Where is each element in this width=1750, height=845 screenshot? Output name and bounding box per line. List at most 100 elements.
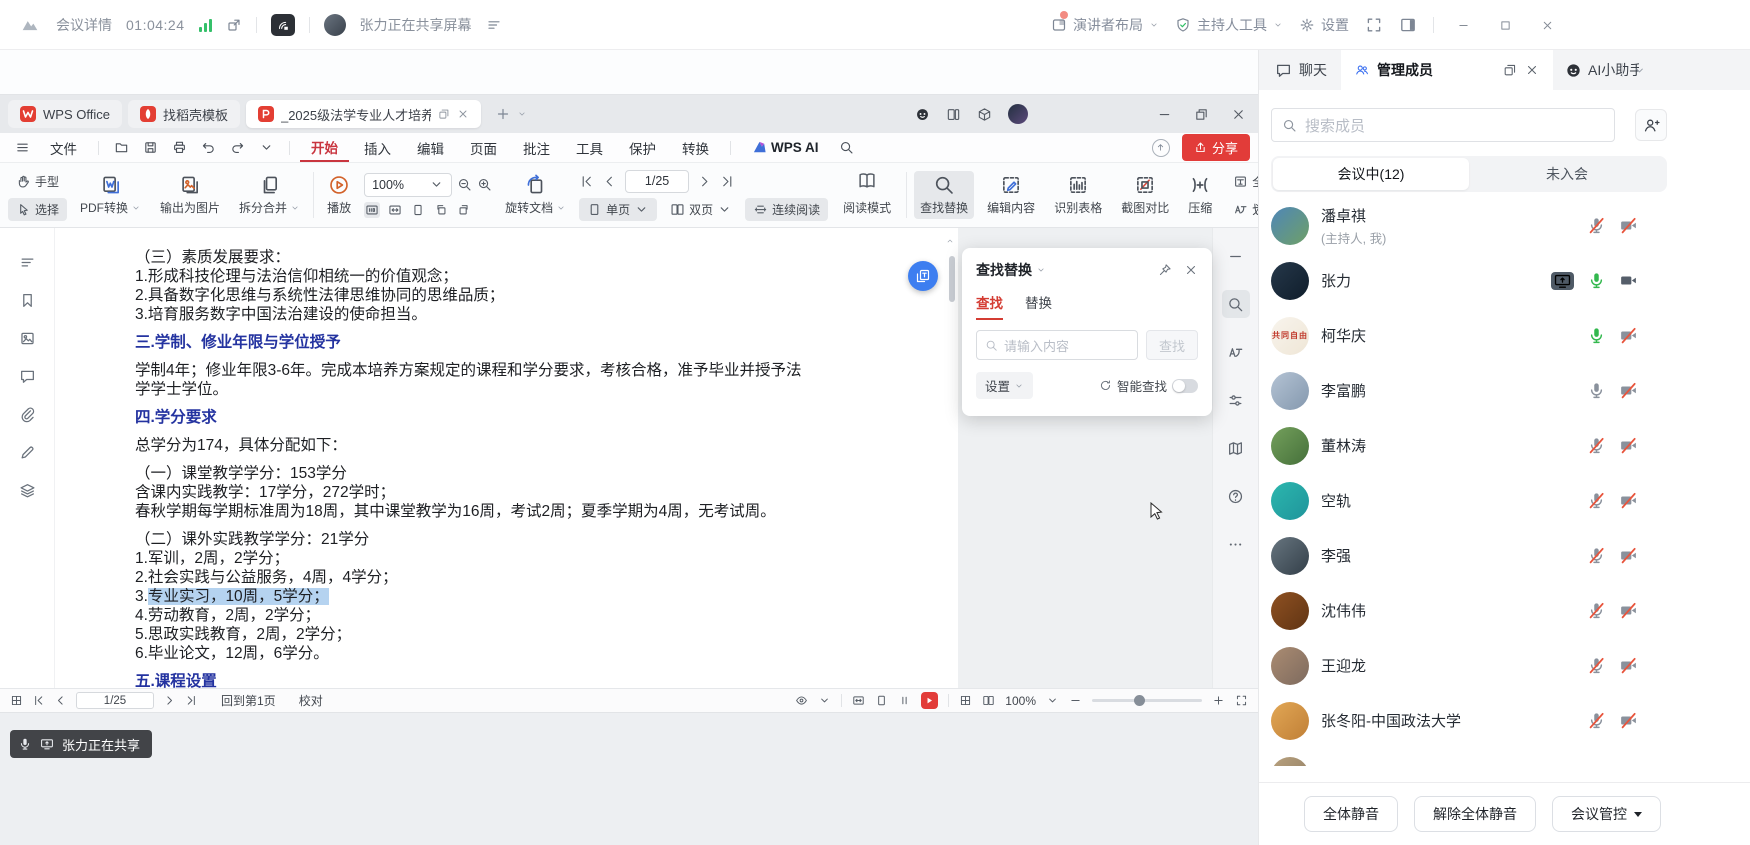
hamburger-icon[interactable]: [15, 140, 30, 155]
open-file-icon[interactable]: [114, 140, 129, 155]
mic-status-icon[interactable]: [1587, 326, 1606, 345]
host-tools-button[interactable]: 主持人工具: [1175, 15, 1283, 35]
cast-indicator-icon[interactable]: [271, 14, 295, 36]
member-row[interactable]: 李强: [1259, 528, 1750, 583]
mic-status-icon[interactable]: [1587, 216, 1606, 235]
rail-help-button[interactable]: [1222, 482, 1250, 510]
hand-tool-button[interactable]: 手型: [8, 170, 67, 193]
find-tab[interactable]: 查找: [976, 292, 1003, 320]
collapse-panel-button[interactable]: [1222, 242, 1250, 270]
member-row[interactable]: 董林涛: [1259, 418, 1750, 473]
first-page-icon[interactable]: [579, 174, 594, 189]
mic-status-icon[interactable]: [1587, 711, 1606, 730]
print-icon[interactable]: [172, 140, 187, 155]
speaker-layout-button[interactable]: 演讲者布局: [1051, 15, 1159, 35]
close-panel-icon[interactable]: [1525, 63, 1539, 77]
side-panel-toggle-icon[interactable]: [1399, 16, 1417, 34]
cloud-upload-icon[interactable]: [1152, 139, 1170, 157]
recognize-table-button[interactable]: 识别表格: [1048, 171, 1108, 219]
proofread-button[interactable]: 校对: [299, 692, 323, 709]
menu-3[interactable]: 页面: [459, 135, 508, 161]
double-page-button[interactable]: 双页: [662, 198, 740, 221]
menu-2[interactable]: 编辑: [406, 135, 455, 161]
fit-width-icon[interactable]: [387, 202, 403, 218]
camera-status-icon[interactable]: [1619, 711, 1638, 730]
wps-docer-tab[interactable]: 找稻壳模板: [128, 100, 240, 128]
wps-restore-icon[interactable]: [1194, 107, 1209, 122]
camera-status-icon[interactable]: [1619, 381, 1638, 400]
menu-wps-ai[interactable]: WPS AI: [741, 137, 830, 158]
find-panel-chevron-icon[interactable]: [1036, 265, 1046, 275]
page-indicator[interactable]: 1/25: [625, 170, 689, 193]
zoom-slider-knob[interactable]: [1134, 695, 1145, 706]
wps-share-button[interactable]: 分享: [1182, 134, 1250, 161]
mic-status-icon[interactable]: [1587, 546, 1606, 565]
save-icon[interactable]: [143, 140, 158, 155]
camera-status-icon[interactable]: [1619, 326, 1638, 345]
split-merge-button[interactable]: 拆分合并: [233, 171, 306, 219]
camera-status-icon[interactable]: [1619, 491, 1638, 510]
meeting-details-link[interactable]: 会议详情: [56, 15, 112, 35]
wps-account-avatar[interactable]: [1008, 104, 1028, 124]
menu-0[interactable]: 开始: [300, 134, 349, 162]
zoom-slider[interactable]: [1092, 699, 1202, 702]
screenshot-compare-button[interactable]: 截图对比: [1115, 171, 1175, 219]
next-page-icon[interactable]: [697, 174, 712, 189]
mute-all-button[interactable]: 全体静音: [1304, 796, 1398, 832]
tab-chat[interactable]: 聊天: [1261, 50, 1341, 90]
menu-1[interactable]: 插入: [353, 135, 402, 161]
mic-status-icon[interactable]: [1587, 491, 1606, 510]
find-replace-button[interactable]: 查找替换: [914, 171, 974, 219]
tab-close-icon[interactable]: [457, 108, 469, 120]
export-share-icon[interactable]: [226, 17, 242, 33]
close-button[interactable]: [1534, 12, 1560, 38]
fit-width-status-icon[interactable]: [852, 694, 865, 707]
zoom-out-icon[interactable]: [457, 177, 472, 192]
member-row[interactable]: 潘卓祺 (主持人, 我): [1259, 198, 1750, 253]
wps-document-tab[interactable]: _2025级法学专业人才培养方: [246, 100, 481, 128]
bookmark-icon[interactable]: [19, 292, 36, 309]
meeting-control-button[interactable]: 会议管控: [1552, 796, 1661, 832]
wps-home-tab[interactable]: WPS Office: [8, 100, 122, 128]
undo-icon[interactable]: [201, 140, 216, 155]
rotate-doc-button[interactable]: 旋转文档: [499, 171, 572, 219]
page-layout-icon[interactable]: [982, 694, 995, 707]
menu-4[interactable]: 批注: [512, 135, 561, 161]
play-button[interactable]: 播放: [321, 171, 357, 219]
rotate-left-icon[interactable]: [433, 202, 449, 218]
status-zoom-value[interactable]: 100%: [1005, 694, 1036, 708]
menu-file[interactable]: 文件: [39, 135, 88, 161]
segment-not-joined[interactable]: 未入会: [1469, 158, 1665, 190]
status-page-indicator[interactable]: 1/25: [76, 692, 154, 709]
single-page-button[interactable]: 单页: [579, 198, 657, 221]
wps-ai-robot-icon[interactable]: [915, 107, 930, 122]
word-translate-button[interactable]: 划词翻译: [1225, 198, 1258, 221]
menu-7[interactable]: 转换: [671, 135, 720, 161]
attachment-icon[interactable]: [19, 406, 36, 423]
zoom-level-dropdown[interactable]: 100%: [364, 173, 452, 197]
comment-panel-icon[interactable]: [19, 368, 36, 385]
select-tool-button[interactable]: 选择: [8, 198, 67, 221]
zoom-minus-icon[interactable]: [1069, 694, 1082, 707]
redo-icon[interactable]: [230, 140, 245, 155]
tab-list-chevron-icon[interactable]: [517, 109, 527, 119]
layers-icon[interactable]: [19, 482, 36, 499]
member-row[interactable]: 张冬阳-中国政法大学: [1259, 693, 1750, 748]
back-to-first-page-button[interactable]: 回到第1页: [221, 692, 276, 709]
camera-status-icon[interactable]: [1619, 601, 1638, 620]
member-row[interactable]: 李富鹏: [1259, 363, 1750, 418]
member-row[interactable]: 张力: [1259, 253, 1750, 308]
mic-status-icon[interactable]: [1587, 656, 1606, 675]
document-scrollbar[interactable]: [946, 232, 958, 682]
grid-layout-icon[interactable]: [959, 694, 972, 707]
replace-tab[interactable]: 替换: [1025, 292, 1052, 320]
camera-status-icon[interactable]: [1619, 436, 1638, 455]
pause-autoscroll-icon[interactable]: [898, 694, 911, 707]
camera-status-icon[interactable]: [1619, 271, 1638, 290]
image-panel-icon[interactable]: [19, 330, 36, 347]
rail-settings-button[interactable]: [1222, 386, 1250, 414]
member-row[interactable]: 王迎龙: [1259, 638, 1750, 693]
rail-translate-button[interactable]: [1222, 338, 1250, 366]
full-translate-button[interactable]: 全文翻译: [1225, 170, 1258, 193]
compress-button[interactable]: 压缩: [1182, 171, 1218, 219]
